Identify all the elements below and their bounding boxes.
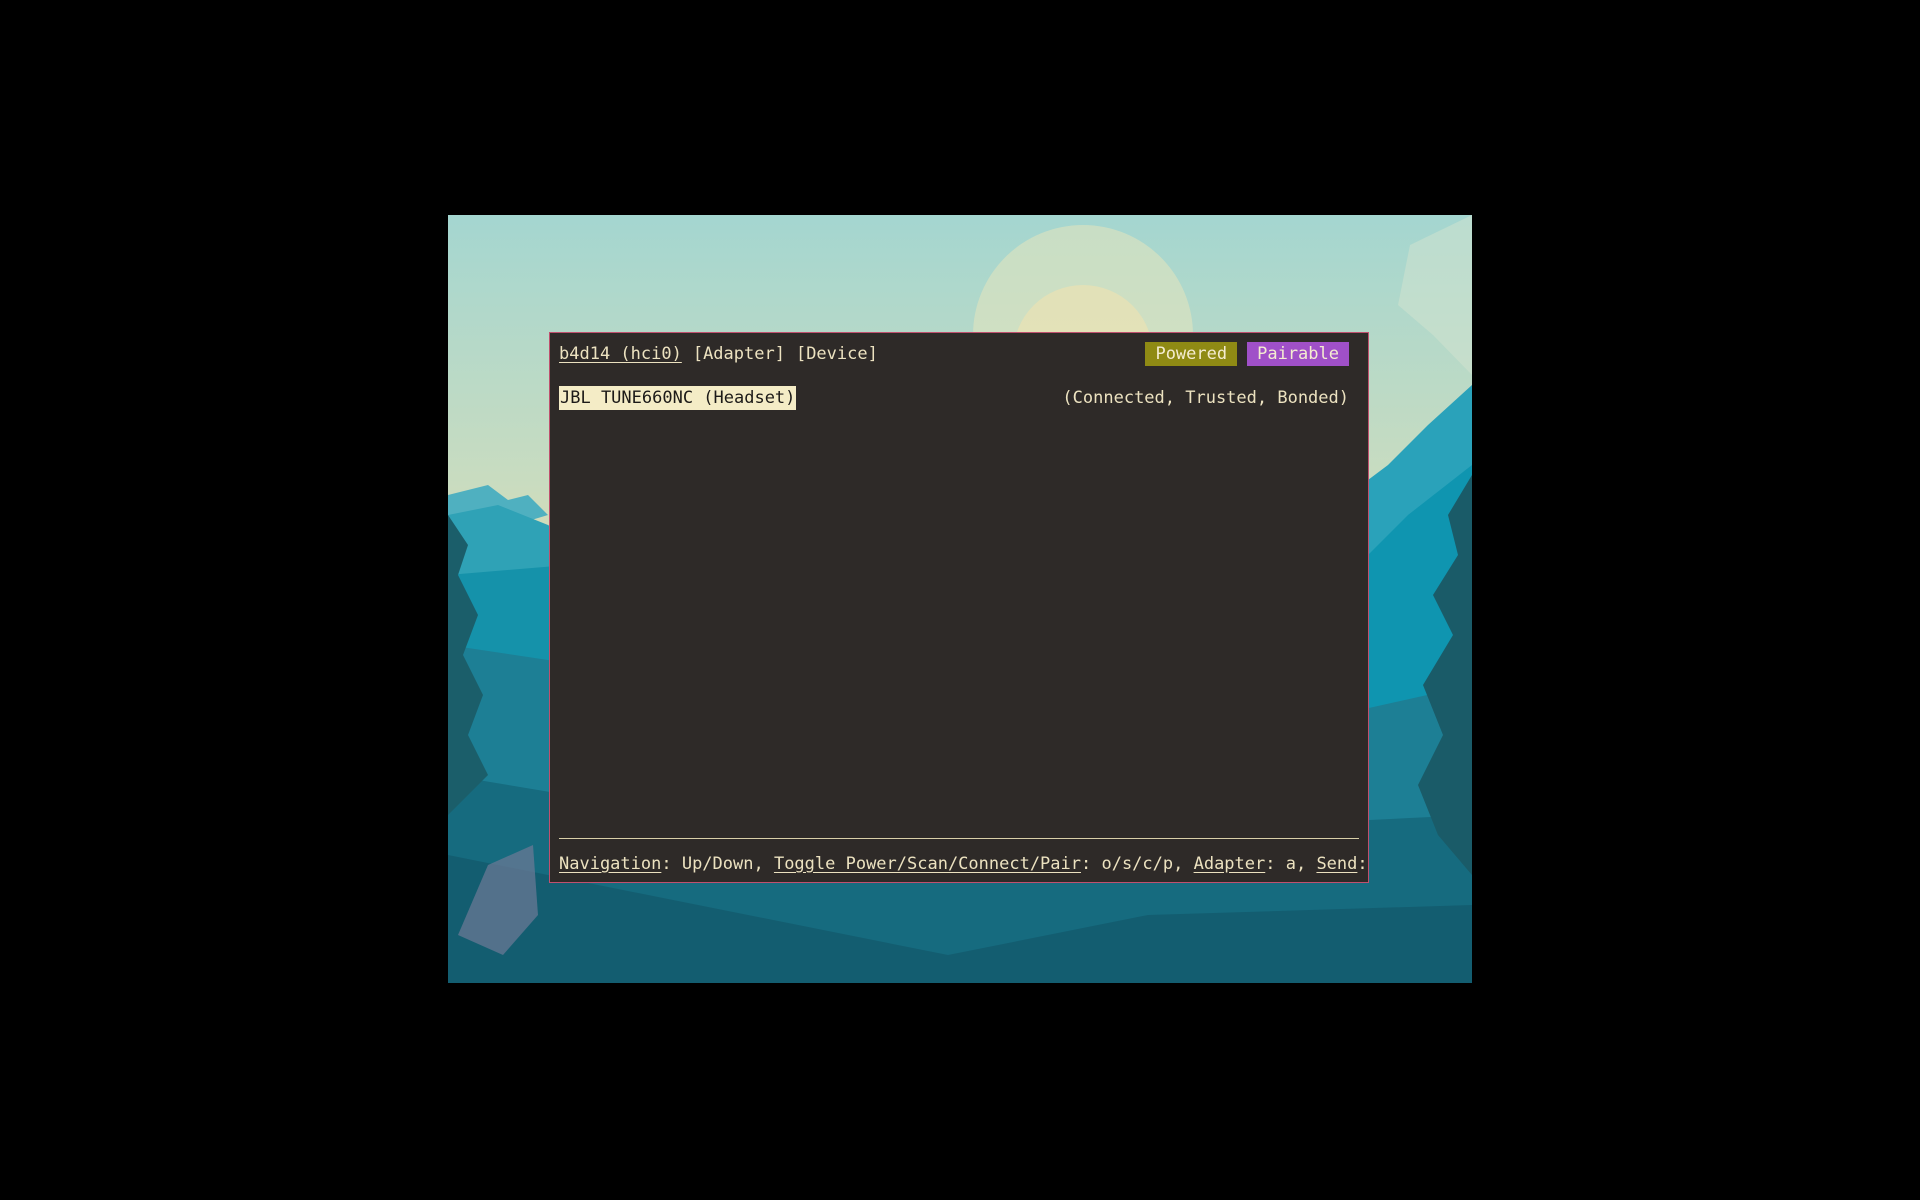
- keybinding-help: Navigation: Up/Down, Toggle Power/Scan/C…: [559, 852, 1368, 876]
- adapter-keys: : a,: [1265, 854, 1317, 874]
- header-bar: b4d14 (hci0) [Adapter] [Device] Powered …: [559, 342, 1349, 366]
- powered-badge: Powered: [1145, 342, 1238, 366]
- toggle-keys: : o/s/c/p,: [1081, 854, 1194, 874]
- adapter-key-label: Adapter: [1193, 854, 1266, 874]
- navigation-keys: : Up/Down,: [661, 854, 774, 874]
- footer-divider: [559, 838, 1359, 839]
- status-badges: Powered Pairable: [1145, 342, 1349, 366]
- desktop-screen: b4d14 (hci0) [Adapter] [Device] Powered …: [448, 215, 1472, 983]
- toggle-key-label: Toggle Power/Scan/Connect/Pair: [773, 854, 1081, 874]
- send-key-label: Send: [1316, 854, 1358, 874]
- pairable-badge: Pairable: [1247, 342, 1349, 366]
- tab-device[interactable]: [Device]: [796, 342, 878, 366]
- device-name[interactable]: JBL TUNE660NC (Headset): [559, 386, 797, 410]
- send-keys: :: [1357, 854, 1368, 874]
- bluetooth-tui-window: b4d14 (hci0) [Adapter] [Device] Powered …: [549, 332, 1369, 883]
- adapter-name[interactable]: b4d14 (hci0): [559, 342, 682, 366]
- device-row[interactable]: JBL TUNE660NC (Headset) (Connected, Trus…: [559, 386, 1349, 410]
- tab-adapter[interactable]: [Adapter]: [693, 342, 785, 366]
- device-status: (Connected, Trusted, Bonded): [1062, 388, 1349, 408]
- navigation-key-label: Navigation: [559, 854, 662, 874]
